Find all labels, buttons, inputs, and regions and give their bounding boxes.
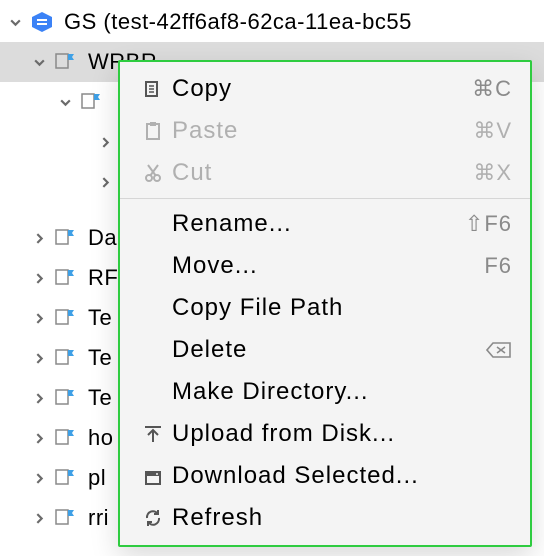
folder-icon (54, 228, 78, 248)
chevron-right-icon[interactable] (30, 232, 48, 245)
menu-shortcut: ⌘C (472, 76, 512, 102)
menu-copy-path[interactable]: Copy File Path (120, 287, 530, 329)
menu-upload[interactable]: Upload from Disk... (120, 413, 530, 455)
copy-icon (134, 79, 172, 99)
menu-rename[interactable]: Rename... ⇧F6 (120, 203, 530, 245)
menu-move[interactable]: Move... F6 (120, 245, 530, 287)
menu-shortcut: ⌘X (473, 160, 512, 186)
chevron-right-icon[interactable] (30, 432, 48, 445)
menu-refresh[interactable]: Refresh (120, 497, 530, 539)
folder-icon (54, 348, 78, 368)
folder-icon (54, 52, 78, 72)
menu-delete[interactable]: Delete (120, 329, 530, 371)
menu-label: Cut (172, 159, 473, 187)
menu-label: Make Directory... (172, 378, 512, 406)
chevron-right-icon[interactable] (30, 472, 48, 485)
delete-key-icon (486, 341, 512, 359)
tree-item-label: Da (88, 225, 117, 251)
chevron-right-icon[interactable] (30, 512, 48, 525)
tree-item-label: Te (88, 345, 112, 371)
menu-shortcut: F6 (484, 253, 512, 279)
chevron-right-icon[interactable] (96, 136, 114, 149)
menu-cut: Cut ⌘X (120, 152, 530, 194)
folder-icon (80, 92, 104, 112)
tree-item-label: Te (88, 305, 112, 331)
chevron-down-icon[interactable] (56, 96, 74, 109)
folder-icon (54, 508, 78, 528)
chevron-down-icon[interactable] (30, 56, 48, 69)
folder-icon (54, 268, 78, 288)
menu-paste: Paste ⌘V (120, 110, 530, 152)
tree-root-label: GS (test-42ff6af8-62ca-11ea-bc55 (64, 9, 412, 35)
menu-shortcut: ⇧F6 (465, 211, 512, 237)
tree-item-label: ho (88, 425, 113, 451)
tree-item-label: RF (88, 265, 118, 291)
folder-icon (54, 428, 78, 448)
folder-icon (54, 468, 78, 488)
tree-item-label: Te (88, 385, 112, 411)
chevron-down-icon[interactable] (6, 16, 24, 29)
menu-label: Download Selected... (172, 462, 512, 490)
chevron-right-icon[interactable] (30, 312, 48, 325)
menu-shortcut: ⌘V (473, 118, 512, 144)
tree-item-label: pl (88, 465, 106, 491)
tree-item-label: rri (88, 505, 109, 531)
chevron-right-icon[interactable] (96, 176, 114, 189)
menu-copy[interactable]: Copy ⌘C (120, 68, 530, 110)
paste-icon (134, 121, 172, 141)
menu-label: Copy File Path (172, 294, 512, 322)
chevron-right-icon[interactable] (30, 352, 48, 365)
menu-label: Refresh (172, 504, 512, 532)
menu-label: Paste (172, 117, 473, 145)
folder-icon (54, 308, 78, 328)
context-menu: Copy ⌘C Paste ⌘V Cut ⌘X Rename... ⇧F6 Mo… (118, 60, 532, 547)
chevron-right-icon[interactable] (30, 392, 48, 405)
menu-label: Copy (172, 75, 472, 103)
tree-row-root[interactable]: GS (test-42ff6af8-62ca-11ea-bc55 (0, 2, 544, 42)
menu-download[interactable]: Download Selected... (120, 455, 530, 497)
menu-separator (120, 198, 530, 199)
gs-bucket-icon (30, 10, 54, 34)
menu-label: Rename... (172, 210, 465, 238)
chevron-right-icon[interactable] (30, 272, 48, 285)
folder-icon (54, 388, 78, 408)
menu-make-directory[interactable]: Make Directory... (120, 371, 530, 413)
menu-label: Upload from Disk... (172, 420, 512, 448)
refresh-icon (134, 508, 172, 528)
cut-icon (134, 163, 172, 183)
menu-label: Move... (172, 252, 484, 280)
upload-icon (134, 424, 172, 444)
download-icon (134, 466, 172, 486)
menu-label: Delete (172, 336, 486, 364)
